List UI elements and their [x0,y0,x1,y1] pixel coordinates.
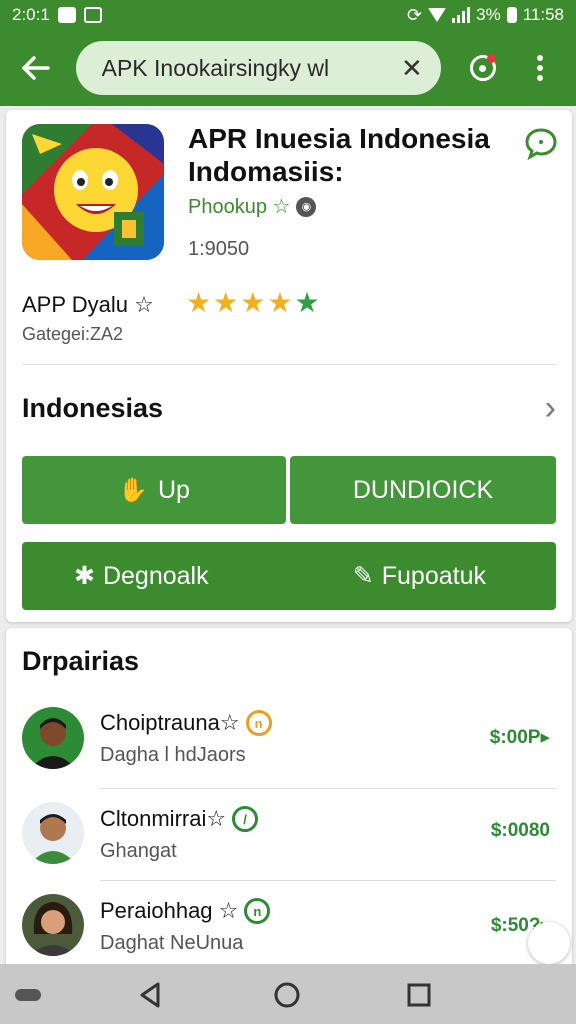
section-label: Indonesias [22,392,164,423]
search-bar[interactable]: ✕ [75,41,441,95]
orange-badge-icon: n [245,710,272,736]
list-item[interactable]: Cltonmirrai☆ / Ghangat $:0080 [6,790,572,886]
list-item-name-text: Choiptrauna☆ [100,710,240,735]
wifi-icon [428,8,447,22]
app-category: Gategei:ZA2 [22,324,124,344]
list-title: Drpairias [22,646,140,676]
list-item-sub: Ghangat [100,840,177,862]
clear-search-icon[interactable]: ✕ [401,53,423,84]
section-link[interactable]: Indonesias › [22,380,556,436]
star-icon: ★ [294,287,320,318]
status-time-left: 2:0:1 [12,5,50,24]
star-icon: ★ [213,287,239,318]
floating-action-button[interactable] [528,922,570,964]
divider [100,788,556,789]
list-card: Drpairias Choiptrauna☆ n Dagha l hdJaors… [6,628,572,968]
battery-icon [506,7,517,23]
recents-nav-icon[interactable] [404,980,434,1010]
list-item[interactable]: Choiptrauna☆ n Dagha l hdJaors $:00P▸ [6,692,572,788]
back-nav-icon[interactable] [136,980,166,1010]
more-options-icon[interactable] [518,46,562,90]
app-subtitle: APP Dyalu ☆ [22,292,154,317]
app-icon [22,124,164,260]
avatar [22,894,84,956]
download-button-label: DUNDIOICK [352,475,494,504]
back-arrow-icon[interactable] [14,46,58,90]
app-title: APR Inuesia Indonesia Indomasiis: [188,123,490,187]
up-button[interactable]: ✋ Up [22,456,286,524]
status-bar: 2:0:1 ⟳ 3% 11:58 [0,0,576,30]
navigation-bar [0,964,576,1024]
list-item-price: $:0080 [490,820,550,841]
notification-icon [57,7,76,23]
download-button[interactable]: DUNDIOICK [290,456,556,524]
developer-link[interactable]: Phookup ☆ ◉ [188,194,317,219]
right-action-label: Fupoatuk [381,561,486,590]
list-item-name-text: Peraiohhag ☆ [100,898,239,923]
divider [100,880,556,881]
target-button[interactable] [461,46,505,90]
star-icon: ★ [240,287,266,318]
edit-icon: ✎ [352,562,374,590]
chevron-right-icon: › [544,388,556,427]
app-bar: ✕ [0,30,576,106]
left-action-label: Degnoalk [102,561,209,590]
hand-icon: ✋ [118,476,148,504]
rating-stars: ★ ★ ★ ★ ★ [186,286,320,319]
game-controller-icon[interactable] [14,986,42,1004]
sync-icon: ⟳ [407,4,423,25]
developer-name: Phookup ☆ [188,196,291,218]
list-item-name: Peraiohhag ☆ n [100,898,271,924]
battery-percent: 3% [476,5,501,24]
divider [22,364,556,365]
signal-icon [452,7,471,23]
green-badge-icon: n [244,898,271,924]
notification-dot [487,54,497,63]
status-clock: 11:58 [522,5,564,24]
home-nav-icon[interactable] [272,980,302,1010]
action-row: ✱ Degnoalk ✎ Fupoatuk [22,542,556,610]
sparkle-icon: ✱ [74,562,95,590]
left-action-button[interactable]: ✱ Degnoalk [74,561,209,591]
photo-icon [83,7,102,23]
star-icon: ★ [267,287,293,318]
list-item-name-text: Cltonmirrai☆ [100,806,227,831]
search-input[interactable] [101,54,395,82]
avatar [22,707,84,769]
list-item-name: Choiptrauna☆ n [100,710,272,736]
list-item-sub: Daghat NeUnua [100,932,244,954]
download-count: 1:9050 [188,238,250,260]
chat-icon[interactable] [524,126,558,161]
avatar [22,802,84,864]
up-button-label: Up [157,475,190,504]
list-item-sub: Dagha l hdJaors [100,744,246,766]
right-action-button[interactable]: ✎ Fupoatuk [353,561,486,591]
list-item-name: Cltonmirrai☆ / [100,806,259,832]
green-badge-icon: / [232,806,259,832]
verified-icon: ◉ [296,196,317,217]
app-info-card: APR Inuesia Indonesia Indomasiis: Phooku… [6,110,572,622]
list-item-price: $:00P▸ [489,727,550,748]
star-icon: ★ [186,287,212,318]
